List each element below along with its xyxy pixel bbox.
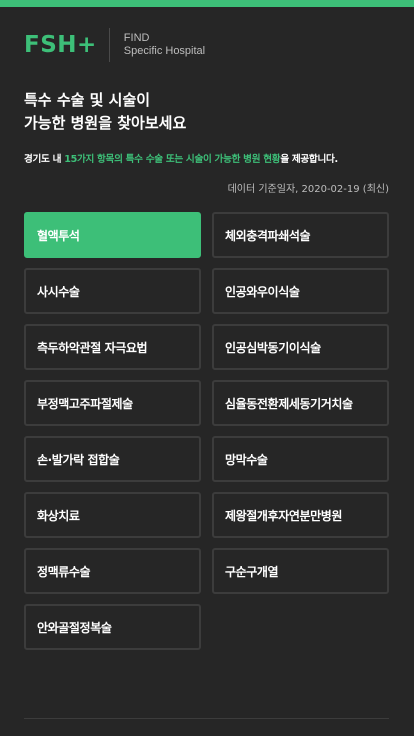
data-reference-date: 데이터 기준일자, 2020-02-19 (최신) [227,184,389,195]
bottom-divider [24,718,389,719]
tagline: FIND Specific Hospital [124,32,205,58]
procedure-button[interactable]: 안와골절정복술 [24,604,201,650]
service-description: 경기도 내 15가지 항목의 특수 수술 또는 시술이 가능한 병원 현황을 제… [24,151,390,165]
procedure-button[interactable]: 손·발가락 접합술 [24,436,201,482]
procedure-button[interactable]: 체외충격파쇄석술 [212,212,389,258]
page-headline: 특수 수술 및 시술이 가능한 병원을 찾아보세요 [24,89,394,135]
header: FSH+ FIND Specific Hospital [24,28,205,62]
procedure-button[interactable]: 정맥류수술 [24,548,201,594]
procedure-grid: 혈액투석 체외충격파쇄석술 사시수술 인공와우이식술 측두하악관절 자극요법 인공심박동기… [24,212,389,650]
procedure-button[interactable]: 구순구개열 [212,548,389,594]
fsh-logo[interactable]: FSH+ [24,33,97,57]
headline-line-1: 특수 수술 및 시술이 [24,91,151,109]
procedure-button[interactable]: 망막수술 [212,436,389,482]
procedure-button[interactable]: 제왕절개후자연분만병원 [212,492,389,538]
tagline-find: FIND [123,32,150,44]
top-accent-bar [0,0,414,7]
headline-line-2: 가능한 병원을 찾아보세요 [24,114,187,132]
procedure-button[interactable]: 부정맥고주파절제술 [24,380,201,426]
logo-divider [108,28,110,62]
procedure-button[interactable]: 혈액투석 [24,212,201,258]
desc-prefix: 경기도 내 [24,154,65,165]
procedure-button[interactable]: 사시수술 [24,268,201,314]
procedure-button[interactable]: 인공심박동기이식술 [212,324,389,370]
procedure-button[interactable]: 측두하악관절 자극요법 [24,324,201,370]
desc-suffix: 을 제공합니다. [280,154,338,165]
tagline-specific-hospital: Specific Hospital [123,45,206,57]
procedure-button[interactable]: 화상치료 [24,492,201,538]
procedure-button[interactable]: 인공와우이식술 [212,268,389,314]
desc-highlight: 15가지 항목의 특수 수술 또는 시술이 가능한 병원 현황 [64,154,281,165]
procedure-button[interactable]: 심율동전환제세동기거치술 [212,380,389,426]
